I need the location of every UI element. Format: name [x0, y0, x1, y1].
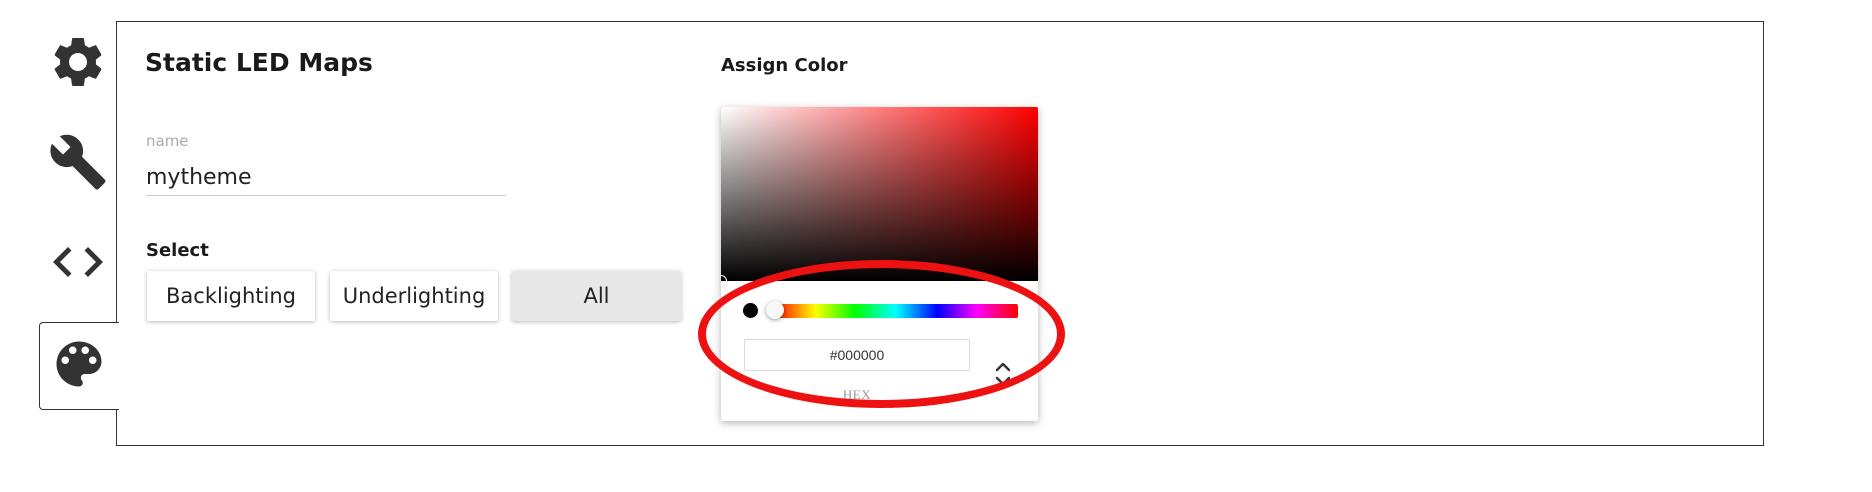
hue-slider-thumb[interactable]	[766, 301, 784, 319]
sidebar-item-tools[interactable]	[44, 128, 112, 196]
saturation-area[interactable]	[721, 107, 1038, 287]
code-icon	[53, 247, 103, 277]
underlighting-button[interactable]: Underlighting	[330, 271, 498, 321]
sidebar-item-code[interactable]	[44, 228, 112, 296]
color-mode-label: HEX	[842, 387, 872, 402]
all-button[interactable]: All	[512, 271, 681, 321]
color-mode-toggle[interactable]	[991, 357, 1015, 391]
hue-slider[interactable]	[774, 304, 1018, 318]
page-title: Static LED Maps	[145, 48, 373, 77]
sidebar-item-settings[interactable]	[44, 28, 112, 96]
name-field-label: name	[146, 132, 189, 150]
name-field[interactable]	[146, 160, 506, 196]
palette-icon	[56, 341, 102, 387]
sidebar-item-theme[interactable]	[45, 330, 113, 398]
hex-input[interactable]	[744, 339, 970, 371]
select-label: Select	[146, 240, 209, 261]
chevron-up-down-icon	[995, 362, 1011, 386]
wrench-icon	[50, 134, 106, 190]
gear-icon	[54, 37, 102, 86]
assign-color-label: Assign Color	[721, 55, 848, 76]
color-picker: HEX	[721, 107, 1038, 421]
backlighting-button[interactable]: Backlighting	[147, 271, 315, 321]
current-color-swatch	[743, 303, 758, 318]
